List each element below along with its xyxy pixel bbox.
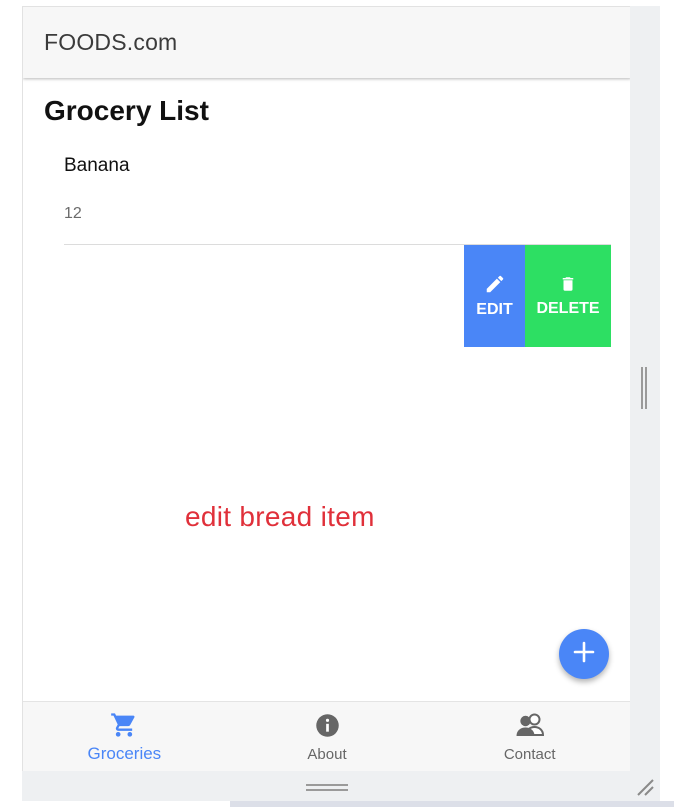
vertical-resize-handle[interactable] (639, 367, 649, 409)
tab-groceries[interactable]: Groceries (23, 702, 226, 771)
pencil-icon (484, 273, 506, 301)
app-title: FOODS.com (44, 29, 178, 55)
people-icon (515, 711, 545, 739)
horizontal-resize-handle[interactable] (306, 784, 348, 794)
info-icon (314, 711, 341, 739)
tab-contact[interactable]: Contact (428, 702, 630, 771)
app-frame: FOODS.com Grocery List Banana 12 EDIT DE… (22, 6, 630, 771)
delete-label: DELETE (536, 300, 600, 317)
tab-label: Groceries (87, 744, 162, 763)
bottom-tab-bar: Groceries About Contact (23, 701, 630, 771)
annotation-text: edit bread item (185, 501, 375, 532)
resize-line (306, 784, 348, 786)
cart-icon (110, 711, 138, 739)
list-item[interactable]: Banana 12 (64, 141, 611, 245)
tab-about[interactable]: About (226, 702, 429, 771)
trash-icon (559, 274, 577, 300)
corner-resize-icon[interactable] (634, 776, 656, 798)
item-name: Banana (64, 155, 130, 176)
resize-bar (641, 367, 643, 409)
add-item-button[interactable] (559, 629, 609, 679)
delete-button[interactable]: DELETE (525, 245, 611, 347)
resize-line (306, 789, 348, 791)
item-quantity: 12 (64, 205, 82, 222)
edit-button[interactable]: EDIT (464, 245, 525, 347)
edit-label: EDIT (476, 301, 513, 318)
app-toolbar: FOODS.com (23, 7, 630, 78)
tab-label: Contact (503, 746, 556, 763)
page-title: Grocery List (44, 95, 209, 126)
resize-bar (645, 367, 647, 409)
add-icon (572, 640, 596, 669)
bottom-strip (230, 801, 674, 807)
tab-label: About (307, 746, 347, 763)
viewport: FOODS.com Grocery List Banana 12 EDIT DE… (0, 0, 674, 807)
item-swipe-options: EDIT DELETE (464, 245, 611, 347)
